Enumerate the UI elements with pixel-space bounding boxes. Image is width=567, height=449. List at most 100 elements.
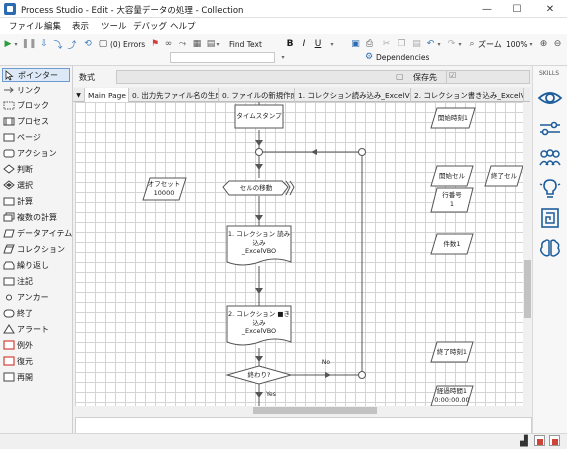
tool-pointer[interactable]: ポインター [2,68,70,82]
horizontal-scroll-thumb[interactable] [253,407,377,414]
eye-skill-icon[interactable] [537,86,563,110]
step-through-icon[interactable]: ⤳ [177,38,188,50]
tool-resume[interactable]: 再開 [2,370,70,384]
breakpoint-icon[interactable]: ⚑ [150,38,160,50]
close-button[interactable]: ✕ [539,0,561,18]
tool-process[interactable]: プロセス [2,114,70,128]
copy-icon[interactable]: ❐ [396,38,407,50]
pin-icon[interactable]: ▟ [520,436,528,447]
print-icon[interactable]: ⎙ [364,38,375,50]
tab-read-collection[interactable]: 1. コレクション読み込み_ExcelVBO [295,88,411,102]
data-start-cell[interactable]: 開始セル [433,167,471,185]
stage-move-cell[interactable]: セルの移動 [225,181,287,195]
pause-icon[interactable]: ❚❚ [21,38,36,50]
dependencies-icon[interactable]: ⚙ [364,51,374,63]
tool-collection[interactable]: コレクション [2,242,70,256]
font-family-dropdown[interactable] [170,52,275,63]
checkbox-icon[interactable]: ☑ [449,71,456,80]
cut-icon[interactable]: ✂ [381,38,392,50]
vertical-scrollbar[interactable] [523,102,532,406]
menu-help[interactable]: ヘルプ [170,20,196,32]
find-text-label[interactable]: Find Text [229,38,262,50]
tool-end[interactable]: 終了 [2,306,70,320]
redo-icon[interactable]: ↷ [446,38,457,50]
tool-link[interactable]: リンク [2,83,70,97]
minimize-button[interactable]: — [476,0,498,18]
errors-icon[interactable]: ▢ [98,38,108,50]
stage-read-collection[interactable]: 1. コレクション 読み込み _ExcelVBO [227,228,291,258]
tool-alert[interactable]: アラート [2,322,70,336]
menu-view[interactable]: 表示 [72,20,89,32]
font-family-dropdown-icon[interactable]: ▾ [278,52,288,63]
brain-skill-icon[interactable] [537,236,563,260]
run-icon[interactable]: ▶ [3,38,13,50]
vertical-scroll-thumb[interactable] [524,260,531,318]
menu-debug[interactable]: デバッグ [133,20,167,32]
paste-icon[interactable]: ▤ [411,38,422,50]
process-canvas[interactable]: タイムスタンプ セルの移動 1. コレクション 読み込み _ExcelVBO 2… [75,102,523,406]
tab-main-page[interactable]: Main Page [85,88,129,102]
data-start-time[interactable]: 開始時刻1 [433,109,473,127]
step-out-icon[interactable]: ⤴ [66,38,78,51]
tool-page[interactable]: ページ [2,130,70,144]
tool-data-item[interactable]: データアイテム [2,226,72,240]
tabs-menu-icon[interactable]: ▼ [73,88,85,102]
lightbulb-skill-icon[interactable] [537,176,563,200]
data-row-number[interactable]: 行番号 1 [433,189,471,211]
data-elapsed-time[interactable]: 経過時間1 0:00:00.00 [431,387,473,406]
italic-button[interactable]: I [299,38,309,50]
underline-button[interactable]: U [313,38,323,50]
zoom-out-icon[interactable]: ⊖ [552,38,563,50]
redo-dropdown-icon[interactable]: ▾ [457,38,463,50]
stage-timestamp[interactable]: タイムスタンプ [235,106,283,127]
tool-note[interactable]: 注記 [2,274,70,288]
tool-action[interactable]: アクション [2,146,70,160]
stage-finished-decision[interactable]: 終わり? [233,368,285,382]
people-skill-icon[interactable] [537,146,563,170]
data-offset[interactable]: オフセット 10000 [145,179,183,199]
bold-button[interactable]: B [285,38,295,50]
data-end-cell[interactable]: 終了セル [487,167,521,185]
link-icon[interactable]: ∞ [163,38,174,50]
formula-expand-icon[interactable]: ▢ [396,72,404,81]
undo-icon[interactable]: ↶ [425,38,436,50]
dependencies-button[interactable]: Dependencies [376,51,429,63]
tool-calculation[interactable]: 計算 [2,194,70,208]
zoom-icon[interactable]: ⌕ [467,38,477,50]
tab-new-file[interactable]: 0. ファイルの新規作成 [219,88,295,102]
maximize-button[interactable]: ☐ [506,0,528,18]
view-dropdown-icon[interactable]: ▾ [215,38,221,50]
tool-recover[interactable]: 復元 [2,354,70,368]
errors-button[interactable]: (0) Errors [110,38,145,50]
data-end-time[interactable]: 終了時刻1 [433,343,471,361]
horizontal-scrollbar[interactable] [75,406,523,415]
save-to-field[interactable] [446,70,530,84]
reset-icon[interactable]: ⟲ [82,38,94,50]
data-item-count[interactable]: 件数1 [433,235,471,253]
run-dropdown-icon[interactable]: ▾ [13,38,19,50]
menu-edit[interactable]: 編集 [44,20,61,32]
tool-anchor[interactable]: アンカー [2,290,70,304]
stage-write-collection[interactable]: 2. コレクション ■き込み _ExcelVBO [227,308,291,338]
zoom-dropdown-icon[interactable]: ▾ [528,38,534,50]
tool-exception[interactable]: 例外 [2,338,70,352]
tool-decision[interactable]: 判断 [2,162,70,176]
maze-skill-icon[interactable] [537,206,563,230]
zoom-in-icon[interactable]: ⊕ [538,38,549,50]
tool-choice[interactable]: 選択 [2,178,70,192]
save-icon[interactable]: ▣ [350,38,361,50]
tool-loop[interactable]: 繰り返し [2,258,70,272]
font-size-dropdown-icon[interactable]: ▾ [327,38,337,50]
tool-multi-calculation[interactable]: 複数の計算 [2,210,70,224]
tool-block[interactable]: ブロック [2,98,70,112]
step-icon[interactable]: ⇩ [38,38,50,50]
tab-output-filename[interactable]: 0. 出力先ファイル名の生成 [129,88,219,102]
slider-skill-icon[interactable] [537,116,563,140]
zoom-value[interactable]: 100% [506,38,527,50]
undo-dropdown-icon[interactable]: ▾ [436,38,442,50]
menu-tools[interactable]: ツール [101,20,127,32]
step-over-icon[interactable]: ⤵ [52,38,64,51]
menu-file[interactable]: ファイル [9,20,43,32]
tab-write-collection[interactable]: 2. コレクション書き込み_ExcelVBO [411,88,524,102]
grid-icon[interactable]: ▦ [192,38,202,50]
